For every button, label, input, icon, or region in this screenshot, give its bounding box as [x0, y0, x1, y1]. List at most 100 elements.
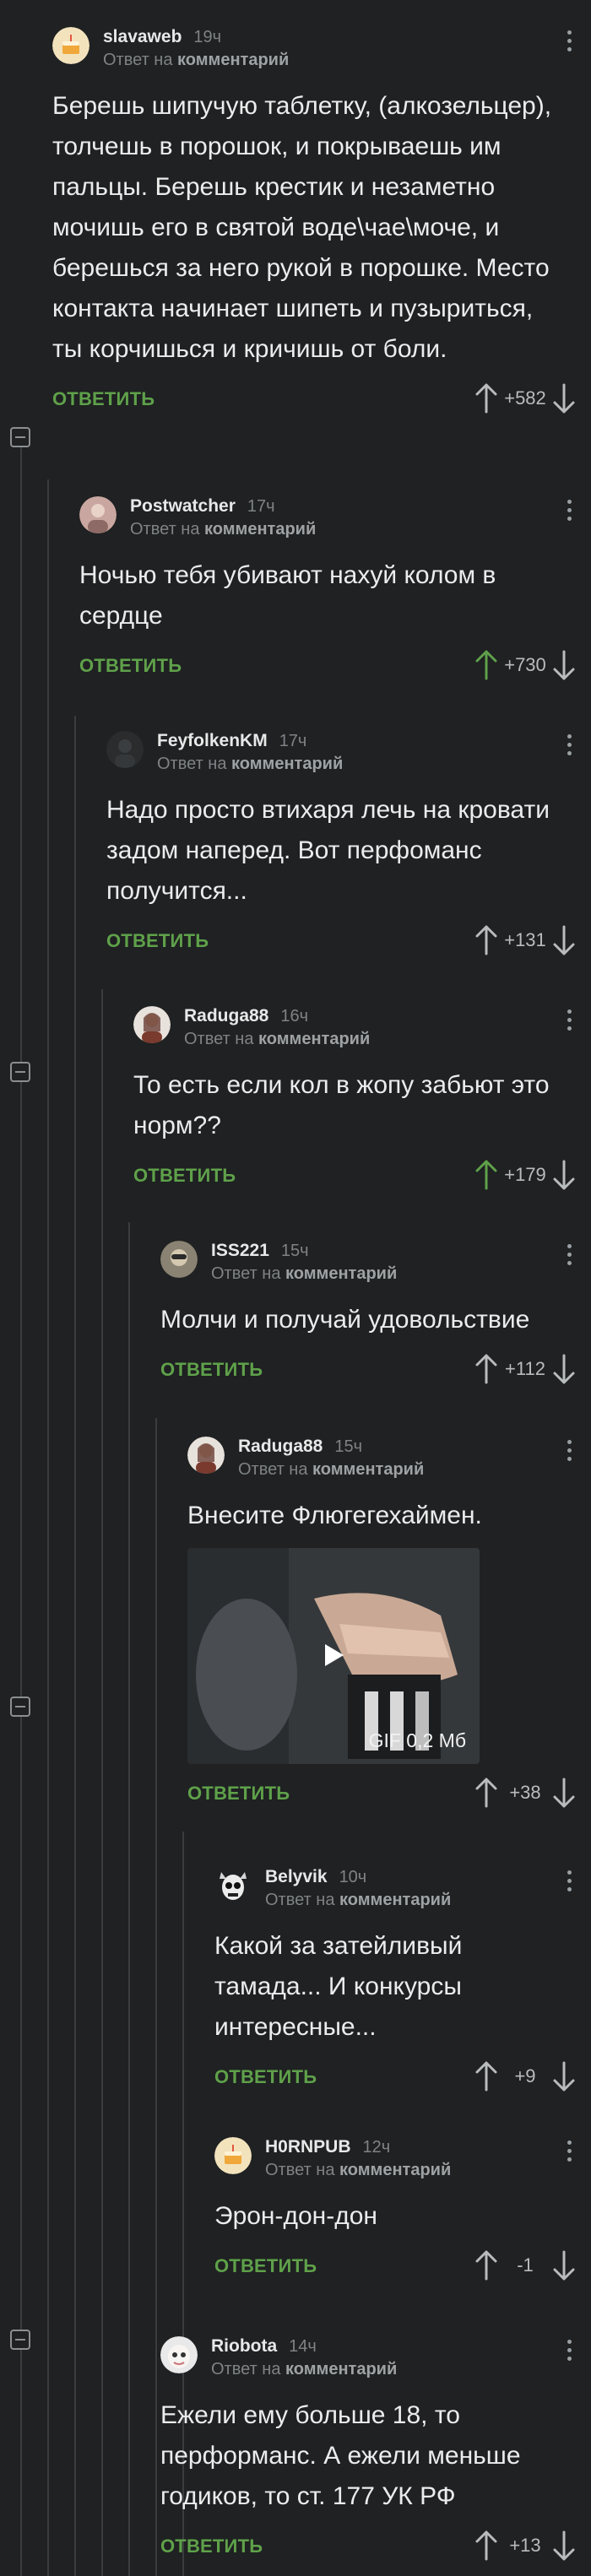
- collapse-button[interactable]: [10, 1697, 30, 1717]
- upvote-icon[interactable]: [474, 2530, 498, 2562]
- more-icon[interactable]: [567, 1244, 572, 1269]
- photo-avatar-icon[interactable]: [160, 1241, 198, 1278]
- comment-time: 17ч: [247, 497, 275, 516]
- reply-link[interactable]: комментарий: [231, 755, 343, 773]
- dark-avatar-icon[interactable]: [106, 731, 144, 768]
- reply-link[interactable]: комментарий: [285, 2360, 397, 2378]
- upvote-icon[interactable]: [474, 1777, 498, 1809]
- portrait-avatar-icon[interactable]: [187, 1437, 225, 1474]
- comment: slavaweb 19ч Ответ на комментарий Берешь …: [52, 25, 591, 420]
- author-name[interactable]: FeyfolkenKM 17ч: [157, 731, 306, 751]
- collapse-button[interactable]: [10, 2330, 30, 2350]
- cake-avatar-icon[interactable]: [52, 27, 89, 64]
- vote-block: +13: [474, 2529, 576, 2562]
- author-name[interactable]: H0RNPUB 12ч: [265, 2137, 390, 2157]
- more-icon[interactable]: [567, 1440, 572, 1465]
- author-name[interactable]: Riobota 14ч: [211, 2336, 317, 2357]
- comment-time: 15ч: [280, 1242, 309, 1260]
- comment-time: 10ч: [339, 1868, 367, 1886]
- comment-thread: slavaweb 19ч Ответ на комментарий Берешь …: [0, 0, 591, 2576]
- answer-button[interactable]: ОТВЕТИТЬ: [133, 1165, 236, 1187]
- comment-text: Какой за затейливый тамада... И конкурсы…: [214, 1932, 463, 2041]
- comment-text: Надо просто втихаря лечь на кровати задо…: [106, 796, 550, 905]
- author-name[interactable]: Raduga88 16ч: [184, 1006, 308, 1026]
- more-icon[interactable]: [567, 1870, 572, 1896]
- reply-link[interactable]: комментарий: [312, 1460, 424, 1479]
- more-icon[interactable]: [567, 2140, 572, 2166]
- reply-link[interactable]: комментарий: [339, 2161, 451, 2179]
- reply-link[interactable]: комментарий: [258, 1030, 370, 1048]
- answer-button[interactable]: ОТВЕТИТЬ: [214, 2255, 317, 2277]
- downvote-icon[interactable]: [552, 2249, 576, 2281]
- author-name[interactable]: slavaweb 19ч: [103, 27, 221, 47]
- collapse-button[interactable]: [10, 427, 30, 447]
- reply-to: Ответ на комментарий: [211, 1264, 398, 1283]
- comment-time: 16ч: [280, 1007, 309, 1026]
- answer-button[interactable]: ОТВЕТИТЬ: [79, 655, 182, 677]
- answer-button[interactable]: ОТВЕТИТЬ: [160, 1359, 263, 1381]
- upvote-icon[interactable]: [474, 924, 498, 956]
- upvote-icon[interactable]: [474, 1353, 498, 1385]
- author-name[interactable]: Belyvik 10ч: [265, 1867, 366, 1887]
- reply-to: Ответ на комментарий: [265, 1891, 452, 1909]
- comment: Raduga88 16ч Ответ на комментарий То есть…: [133, 1004, 591, 1197]
- author-name[interactable]: Postwatcher 17ч: [130, 496, 275, 517]
- face-avatar-icon[interactable]: [160, 2336, 198, 2373]
- comment: Belyvik 10ч Ответ на комментарий Какой за…: [214, 1865, 591, 2098]
- photo-avatar-icon[interactable]: [79, 496, 117, 533]
- vote-block: +179: [474, 1158, 576, 1192]
- answer-button[interactable]: ОТВЕТИТЬ: [106, 930, 209, 952]
- answer-button[interactable]: ОТВЕТИТЬ: [187, 1783, 290, 1805]
- reply-link[interactable]: комментарий: [177, 51, 289, 69]
- upvote-icon[interactable]: [474, 382, 498, 414]
- thread-line: [47, 479, 49, 2576]
- reply-link[interactable]: комментарий: [285, 1264, 397, 1283]
- comment-text: Берешь шипучую таблетку, (алкозельцер), …: [52, 92, 552, 363]
- downvote-icon[interactable]: [552, 382, 576, 414]
- play-icon[interactable]: [325, 1644, 344, 1666]
- downvote-icon[interactable]: [552, 1353, 576, 1385]
- comment-text: То есть если кол в жопу забьют это норм?…: [133, 1071, 550, 1139]
- gif-size-label: GIF 0,2 Мб: [368, 1729, 466, 1751]
- skull-avatar-icon[interactable]: [214, 1867, 252, 1904]
- comment: Raduga88 15ч Ответ на комментарий Внесите…: [187, 1435, 591, 1815]
- upvote-icon[interactable]: [474, 1159, 498, 1191]
- cake-avatar-icon[interactable]: [214, 2137, 252, 2174]
- vote-count: +730: [504, 654, 546, 675]
- downvote-icon[interactable]: [552, 924, 576, 956]
- more-icon[interactable]: [567, 2340, 572, 2365]
- comment-text: Ежели ему больше 18, то перформанс. А еж…: [160, 2401, 521, 2510]
- vote-count: +179: [504, 1164, 546, 1185]
- collapse-button[interactable]: [10, 1062, 30, 1082]
- author-name[interactable]: Raduga88 15ч: [238, 1437, 362, 1457]
- more-icon[interactable]: [567, 1009, 572, 1035]
- comment-time: 12ч: [362, 2138, 391, 2157]
- vote-count: +38: [509, 1782, 541, 1803]
- downvote-icon[interactable]: [552, 2530, 576, 2562]
- comment-time: 17ч: [279, 732, 307, 750]
- upvote-icon[interactable]: [474, 2060, 498, 2092]
- downvote-icon[interactable]: [552, 649, 576, 681]
- comment: FeyfolkenKM 17ч Ответ на комментарий Надо…: [106, 729, 591, 962]
- upvote-icon[interactable]: [474, 2249, 498, 2281]
- vote-block: +9: [474, 2059, 576, 2093]
- more-icon[interactable]: [567, 30, 572, 56]
- downvote-icon[interactable]: [552, 2060, 576, 2092]
- reply-link[interactable]: комментарий: [339, 1891, 451, 1909]
- more-icon[interactable]: [567, 500, 572, 525]
- reply-link[interactable]: комментарий: [204, 520, 316, 538]
- answer-button[interactable]: ОТВЕТИТЬ: [52, 388, 155, 410]
- downvote-icon[interactable]: [552, 1159, 576, 1191]
- vote-block: +131: [474, 923, 576, 957]
- downvote-icon[interactable]: [552, 1777, 576, 1809]
- more-icon[interactable]: [567, 734, 572, 760]
- answer-button[interactable]: ОТВЕТИТЬ: [160, 2535, 263, 2557]
- upvote-icon[interactable]: [474, 649, 498, 681]
- answer-button[interactable]: ОТВЕТИТЬ: [214, 2066, 317, 2088]
- vote-count: +131: [504, 929, 546, 950]
- author-name[interactable]: ISS221 15ч: [211, 1241, 309, 1261]
- comment-text: Ночью тебя убивают нахуй колом в сердце: [79, 561, 496, 630]
- portrait-avatar-icon[interactable]: [133, 1006, 171, 1043]
- gif-attachment[interactable]: GIF 0,2 Мб: [187, 1548, 480, 1764]
- comment-time: 19ч: [193, 28, 222, 46]
